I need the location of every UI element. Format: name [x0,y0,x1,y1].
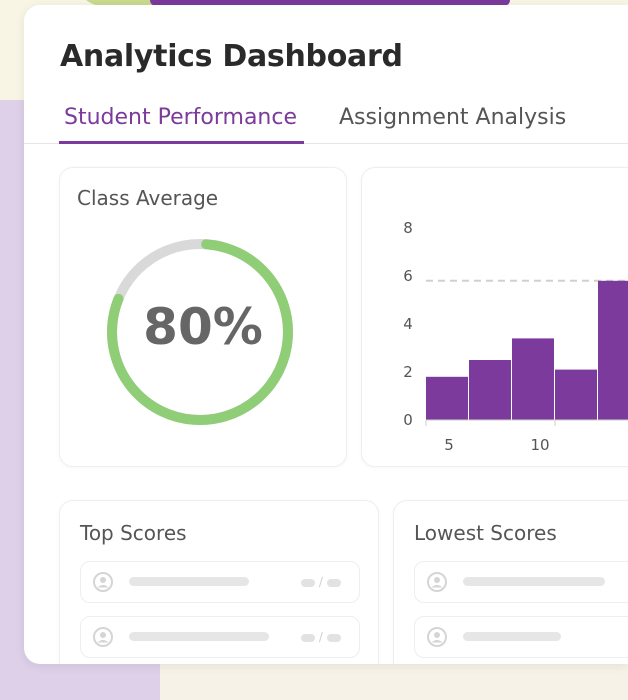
y-tick-label: 6 [403,267,413,285]
lowest-score-row[interactable] [414,616,628,658]
top-scores-panel: Top Scores / / [59,500,379,664]
score-distribution-panel: 0 2 4 6 8 5 10 [361,167,628,467]
name-placeholder [463,577,605,586]
histogram-bar [426,376,468,420]
score-distribution-chart: 0 2 4 6 8 5 10 [403,219,628,454]
dashboard-card: Analytics Dashboard Student Performance … [24,5,628,664]
name-placeholder [463,632,561,641]
user-avatar-icon [427,627,447,647]
x-tick-label: 10 [530,436,549,454]
name-placeholder [129,577,249,586]
class-average-panel: Class Average 80% [59,167,347,467]
tab-assignment-analysis[interactable]: Assignment Analysis [339,105,566,130]
histogram-bar [555,369,597,420]
score-placeholder: / [301,575,341,589]
lowest-scores-title: Lowest Scores [414,521,557,545]
top-score-row[interactable]: / [80,616,360,658]
user-avatar-icon [93,572,113,592]
user-avatar-icon [427,572,447,592]
lowest-scores-panel: Lowest Scores [393,500,628,664]
y-tick-label: 4 [403,315,413,333]
tab-bar: Student Performance Assignment Analysis [24,103,628,144]
top-score-row[interactable]: / [80,561,360,603]
y-tick-label: 2 [403,363,413,381]
top-scores-title: Top Scores [80,521,187,545]
histogram-bar [469,360,511,420]
histogram-bar [598,280,628,420]
y-tick-label: 8 [403,219,413,237]
lowest-score-row[interactable] [414,561,628,603]
page-title: Analytics Dashboard [60,39,403,74]
histogram-bar [512,338,554,420]
x-tick-label: 5 [444,436,454,454]
y-tick-label: 0 [403,411,413,429]
class-average-value: 80% [143,298,263,356]
user-avatar-icon [93,627,113,647]
tab-student-performance[interactable]: Student Performance [64,105,297,130]
active-tab-indicator [59,141,304,144]
name-placeholder [129,632,269,641]
score-placeholder: / [301,630,341,644]
